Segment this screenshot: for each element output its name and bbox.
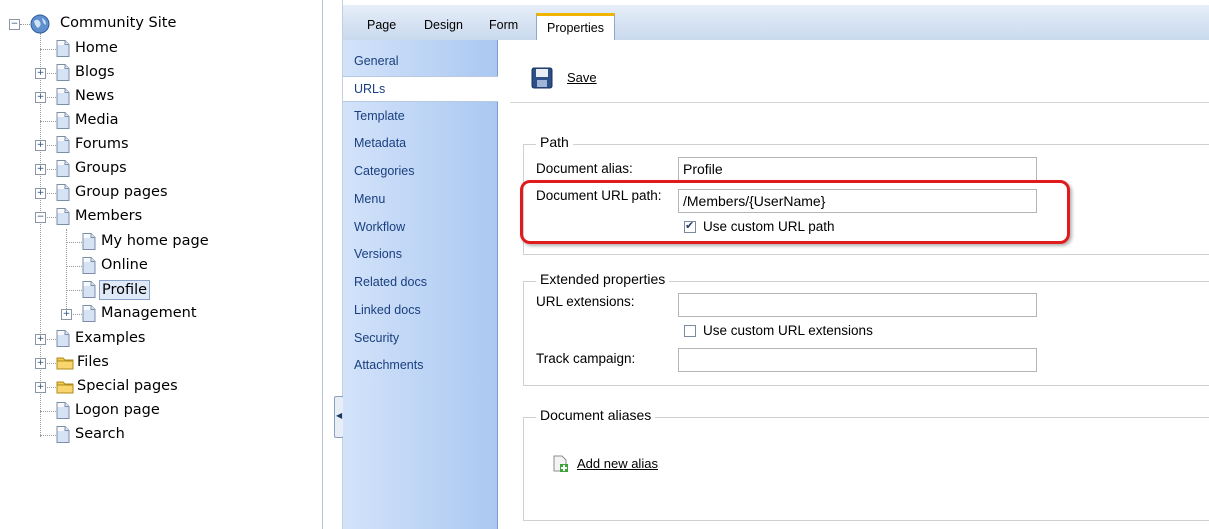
content-tree: − Community Site Home + Blogs + News Media + Fo… <box>0 0 322 529</box>
tree-root-label[interactable]: Community Site <box>58 14 178 32</box>
menu-item-urls[interactable]: URLs <box>354 82 385 96</box>
document-icon <box>82 305 96 322</box>
tree-node-label[interactable]: Search <box>73 425 127 443</box>
use-custom-url-extensions-checkbox[interactable] <box>684 325 696 337</box>
document-icon <box>56 88 70 105</box>
tab-page[interactable]: Page <box>367 18 396 32</box>
menu-item-metadata[interactable]: Metadata <box>354 136 406 150</box>
document-alias-label: Document alias: <box>536 161 633 176</box>
expand-toggle-icon[interactable]: + <box>35 164 46 175</box>
menu-item-attachments[interactable]: Attachments <box>354 358 423 372</box>
document-icon <box>82 281 96 298</box>
tree-node-label[interactable]: Files <box>75 353 111 371</box>
tree-node-label[interactable]: My home page <box>99 232 211 250</box>
url-extensions-input[interactable] <box>678 293 1037 317</box>
save-button[interactable]: Save <box>567 70 597 85</box>
menu-item-workflow[interactable]: Workflow <box>354 220 405 234</box>
tree-node-label[interactable]: News <box>73 87 116 105</box>
tab-properties-label: Properties <box>547 21 604 35</box>
menu-item-linked-docs[interactable]: Linked docs <box>354 303 421 317</box>
document-icon <box>82 257 96 274</box>
use-custom-url-extensions-label[interactable]: Use custom URL extensions <box>703 323 873 338</box>
document-icon <box>56 64 70 81</box>
expand-toggle-icon[interactable]: + <box>35 358 46 369</box>
tree-node-label[interactable]: Home <box>73 39 120 57</box>
tab-bar: Page Design Form Properties <box>343 5 1209 41</box>
menu-item-template[interactable]: Template <box>354 109 405 123</box>
tab-properties[interactable]: Properties <box>536 13 615 41</box>
properties-content: Save Path Document alias: Profile Docume… <box>498 40 1209 529</box>
root-collapse-toggle[interactable]: − <box>9 19 20 30</box>
menu-item-versions[interactable]: Versions <box>354 247 402 261</box>
expand-toggle-icon[interactable]: + <box>35 140 46 151</box>
expand-toggle-icon[interactable]: + <box>35 382 46 393</box>
expand-toggle-icon[interactable]: + <box>61 309 72 320</box>
document-alias-input[interactable]: Profile <box>678 157 1037 181</box>
document-icon <box>56 208 70 225</box>
tree-node-label[interactable]: Media <box>73 111 121 129</box>
tree-node-label[interactable]: Forums <box>73 135 131 153</box>
document-aliases-legend: Document aliases <box>536 407 656 423</box>
document-icon <box>56 402 70 419</box>
tree-node-label[interactable]: Online <box>99 256 150 274</box>
expand-toggle-icon[interactable]: + <box>35 188 46 199</box>
document-icon <box>56 160 70 177</box>
menu-item-related-docs[interactable]: Related docs <box>354 275 427 289</box>
collapse-toggle-icon[interactable]: − <box>35 212 46 223</box>
toolbar-divider <box>510 102 1209 103</box>
tree-node-label[interactable]: Profile <box>99 280 151 300</box>
globe-icon <box>30 14 50 34</box>
tree-node-label[interactable]: Examples <box>73 329 147 347</box>
properties-menu: General URLs Template Metadata Categorie… <box>343 40 498 529</box>
add-document-icon[interactable] <box>552 455 570 473</box>
add-new-alias-link[interactable]: Add new alias <box>577 456 658 471</box>
tab-form[interactable]: Form <box>489 18 518 32</box>
track-campaign-label: Track campaign: <box>536 351 636 366</box>
tree-node-label[interactable]: Groups <box>73 159 129 177</box>
expand-toggle-icon[interactable]: + <box>35 334 46 345</box>
arrow-left-icon: ◀ <box>336 411 343 420</box>
menu-item-categories[interactable]: Categories <box>354 164 414 178</box>
tree-node-label[interactable]: Blogs <box>73 63 117 81</box>
document-icon <box>56 330 70 347</box>
extended-properties-legend: Extended properties <box>536 271 670 287</box>
floppy-disk-icon[interactable] <box>531 67 553 89</box>
document-icon <box>56 184 70 201</box>
tree-node-label[interactable]: Special pages <box>75 377 180 395</box>
menu-item-general[interactable]: General <box>354 54 398 68</box>
document-icon <box>56 136 70 153</box>
document-icon <box>56 426 70 443</box>
menu-item-menu[interactable]: Menu <box>354 192 385 206</box>
tab-design[interactable]: Design <box>424 18 463 32</box>
document-icon <box>82 233 96 250</box>
url-extensions-label: URL extensions: <box>536 294 635 309</box>
tree-node-label[interactable]: Group pages <box>73 183 170 201</box>
document-icon <box>56 40 70 57</box>
path-legend: Path <box>536 134 573 150</box>
expand-toggle-icon[interactable]: + <box>35 92 46 103</box>
track-campaign-input[interactable] <box>678 348 1037 372</box>
panel-divider <box>322 0 323 529</box>
tree-node-label[interactable]: Management <box>99 304 199 322</box>
highlight-box <box>520 180 1070 244</box>
folder-icon <box>56 355 74 370</box>
folder-icon <box>56 379 74 394</box>
tree-node-label[interactable]: Members <box>73 207 144 225</box>
expand-toggle-icon[interactable]: + <box>35 68 46 79</box>
document-icon <box>56 112 70 129</box>
tree-node-label[interactable]: Logon page <box>73 401 162 419</box>
menu-item-security[interactable]: Security <box>354 331 399 345</box>
